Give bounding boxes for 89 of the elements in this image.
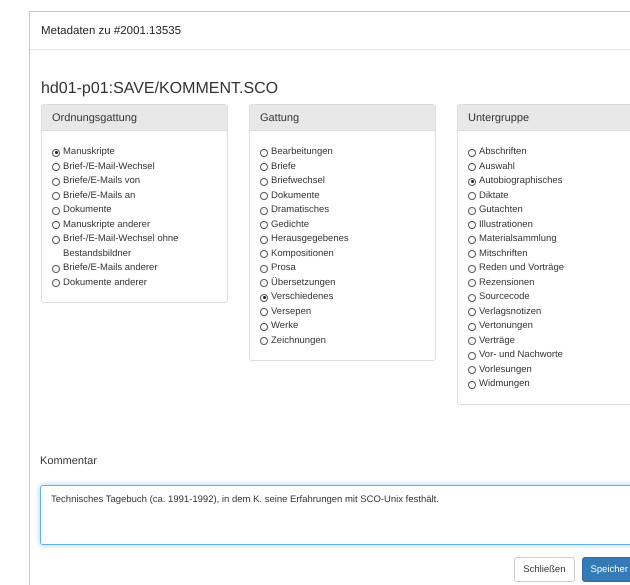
option-label[interactable]: Materialsammlung [479,232,557,246]
option-label[interactable]: Rezensionen [479,276,534,290]
option-label[interactable]: Briefe [271,160,296,174]
option-label[interactable]: Vertonungen [479,319,533,334]
option-label[interactable]: Manuskripte [63,145,115,160]
radio-button[interactable] [260,337,268,345]
option-label[interactable]: Brief-/E-Mail-Wechsel [63,160,155,174]
option-label[interactable]: Illustrationen [479,218,533,232]
option-label[interactable]: Widmungen [479,377,530,392]
option-label[interactable]: Versepen [271,304,312,319]
radio-button[interactable] [52,178,60,186]
radio-button[interactable] [52,192,60,200]
dialog-title: Metadaten zu #2001.13535 [41,24,182,36]
option-label[interactable]: Briefwechsel [271,174,325,188]
option-label[interactable]: Dokumente [63,203,112,218]
option-label[interactable]: Bearbeitungen [271,145,333,160]
radio-button[interactable] [468,294,476,302]
option-label[interactable]: Briefe/E-Mails von [63,174,140,188]
option-label[interactable]: Autobiographisches [479,174,562,188]
radio-button[interactable] [260,322,268,330]
option-label[interactable]: Abschriften [479,145,527,160]
option-label[interactable]: Mitschriften [479,246,528,261]
radio-button[interactable] [260,206,268,214]
radio-button[interactable] [468,279,476,287]
option-label[interactable]: Auswahl [479,160,515,174]
option-label[interactable]: Verschiedenes [271,290,334,304]
file-heading: hd01-p01:SAVE/KOMMENT.SCO [41,80,278,98]
radio-button[interactable] [468,221,476,229]
panel-header: Untergruppe [458,105,630,131]
radio-button[interactable] [52,279,60,287]
radio-button[interactable] [260,221,268,229]
radio-button[interactable] [468,352,476,360]
option-label[interactable]: Werke [271,319,298,334]
option-label[interactable]: Sourcecode [479,290,530,304]
radio-button[interactable] [260,163,268,171]
option-label[interactable]: Kompositionen [271,246,334,261]
radio-button[interactable] [260,294,268,302]
option-label[interactable]: Dokumente anderer [63,276,147,290]
radio-button[interactable] [468,250,476,258]
option-label[interactable]: Gutachten [479,203,523,218]
option-label[interactable]: Verlagsnotizen [479,304,542,319]
radio-button[interactable] [468,322,476,330]
option-label[interactable]: Gedichte [271,218,310,232]
comment-label: Kommentar [40,454,97,466]
radio-button[interactable] [468,178,476,186]
radio-button[interactable] [260,236,268,244]
radio-button[interactable] [52,236,60,244]
option-label[interactable]: Reden und Vorträge [479,261,564,276]
radio-button[interactable] [260,264,268,272]
option-label[interactable]: Verträge [479,334,515,348]
option-label[interactable]: Vor- und Nachworte [479,348,563,362]
radio-button[interactable] [468,380,476,388]
radio-button[interactable] [468,206,476,214]
option-label[interactable]: Übersetzungen [271,276,336,290]
panel-header: Ordnungsgattung [42,105,227,131]
radio-button[interactable] [468,192,476,200]
option-label[interactable]: Vorlesungen [479,362,532,377]
radio-button[interactable] [468,148,476,156]
radio-button[interactable] [260,308,268,316]
radio-button[interactable] [260,178,268,186]
radio-button[interactable] [468,366,476,374]
comment-field[interactable]: Technisches Tagebuch (ca. 1991-1992), in dem K. seine Erfahrungen mit SCO-Unix festhält. [40,484,630,544]
radio-button[interactable] [52,264,60,272]
option-label[interactable]: Diktate [479,188,509,203]
option-label[interactable]: Briefe/E-Mails an [63,188,136,203]
radio-button[interactable] [468,308,476,316]
radio-button[interactable] [260,250,268,258]
radio-button[interactable] [260,192,268,200]
close-button[interactable]: Schließen [514,556,574,582]
radio-button[interactable] [52,163,60,171]
option-label[interactable]: Dramatisches [271,203,330,218]
option-label[interactable]: Manuskripte anderer [63,218,150,232]
option-label[interactable]: Herausgegebenes [271,232,349,246]
radio-button[interactable] [52,148,60,156]
radio-button[interactable] [468,236,476,244]
radio-button[interactable] [468,337,476,345]
save-button[interactable]: Speicher [582,556,630,582]
radio-button[interactable] [52,221,60,229]
radio-button[interactable] [260,279,268,287]
radio-button[interactable] [260,148,268,156]
option-label[interactable]: Dokumente [271,188,320,203]
radio-button[interactable] [468,264,476,272]
option-label[interactable]: Zeichnungen [271,334,326,348]
option-label[interactable]: Prosa [271,261,296,276]
option-label[interactable]: Brief-/E-Mail-Wechsel ohne Bestandsbildner [63,232,217,261]
radio-button[interactable] [468,163,476,171]
panel-header: Gattung [250,105,435,131]
option-label[interactable]: Briefe/E-Mails anderer [63,261,158,276]
radio-button[interactable] [52,206,60,214]
